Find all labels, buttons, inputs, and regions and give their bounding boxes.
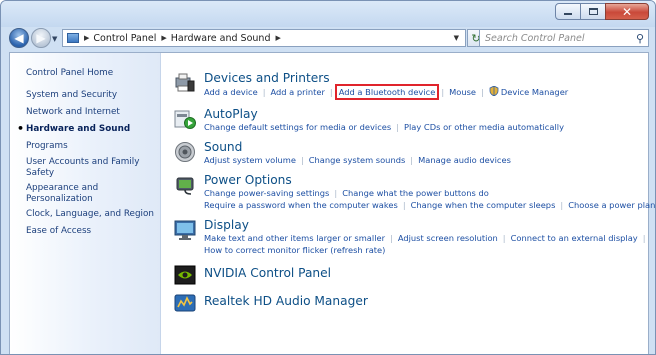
link-change-system-sounds[interactable]: Change system sounds [309, 155, 406, 165]
minimize-icon [564, 13, 572, 15]
link-device-manager[interactable]: Device Manager [501, 87, 568, 97]
back-button[interactable]: ◀ [9, 28, 29, 48]
sidebar-item-programs[interactable]: Programs [26, 141, 68, 152]
sidebar-item-ease-of-access[interactable]: Ease of Access [26, 226, 91, 237]
sidebar-item-hardware-and-sound[interactable]: • Hardware and Sound [17, 123, 131, 135]
category-title[interactable]: Devices and Printers [204, 71, 330, 85]
link-require-password-on-wake[interactable]: Require a password when the computer wak… [204, 200, 398, 210]
autoplay-icon [174, 110, 196, 129]
breadcrumb-control-panel[interactable]: Control Panel [93, 33, 156, 44]
sidebar-item-label: Hardware and Sound [26, 124, 131, 134]
link-add-a-bluetooth-device[interactable]: Add a Bluetooth device [334, 84, 440, 100]
devices-printers-icon [175, 73, 195, 92]
breadcrumb-hardware-and-sound[interactable]: Hardware and Sound [171, 33, 271, 44]
category-links: Make text and other items larger or smal… [204, 233, 646, 243]
link-adjust-screen-resolution[interactable]: Adjust screen resolution [398, 233, 498, 243]
recent-pages-button[interactable]: ▼ [52, 35, 57, 43]
control-panel-window: ✕ ◀ ▶ ▼ ▶ Control Panel ▶ Hardware and S… [0, 0, 656, 355]
category-title[interactable]: NVIDIA Control Panel [204, 266, 331, 280]
category-links: Add a device | Add a printer | Add a Bluetoo… [204, 84, 569, 100]
search-placeholder: Search Control Panel [485, 32, 585, 44]
content-area: Control Panel Home System and Security N… [9, 52, 655, 354]
current-item-bullet: • [17, 122, 25, 135]
category-title[interactable]: Realtek HD Audio Manager [204, 294, 368, 308]
category-links: Adjust system volume | Change system sound… [204, 155, 511, 165]
category-links: Require a password when the computer wak… [204, 200, 656, 210]
display-icon [174, 220, 196, 240]
breadcrumb-separator-icon[interactable]: ▶ [275, 34, 280, 42]
category-links: Change default settings for media or dev… [204, 122, 564, 132]
close-button[interactable]: ✕ [605, 3, 649, 20]
uac-shield-icon [489, 86, 499, 96]
link-change-default-media-settings[interactable]: Change default settings for media or dev… [204, 122, 391, 132]
link-add-a-printer[interactable]: Add a printer [270, 87, 324, 97]
navigation-bar: ◀ ▶ ▼ ▶ Control Panel ▶ Hardware and Sou… [1, 27, 655, 49]
forward-button[interactable]: ▶ [31, 28, 51, 48]
link-change-sleep-time[interactable]: Change when the computer sleeps [411, 200, 556, 210]
search-input[interactable]: Search Control Panel ⚲ [479, 29, 649, 47]
category-title[interactable]: Power Options [204, 173, 292, 187]
link-change-power-saving-settings[interactable]: Change power-saving settings [204, 188, 329, 198]
link-make-text-larger[interactable]: Make text and other items larger or smal… [204, 233, 385, 243]
category-links: How to correct monitor flicker (refresh … [204, 245, 385, 256]
category-title[interactable]: Sound [204, 140, 242, 154]
sidebar-item-network-and-internet[interactable]: Network and Internet [26, 107, 120, 118]
power-options-icon [176, 177, 194, 195]
sidebar-item-control-panel-home[interactable]: Control Panel Home [26, 68, 113, 79]
window-controls: ✕ [555, 3, 649, 20]
sidebar-item-clock-language-region[interactable]: Clock, Language, and Region [26, 209, 154, 220]
sidebar-item-appearance[interactable]: Appearance and Personalization [26, 183, 156, 205]
category-title[interactable]: Display [204, 218, 249, 232]
back-arrow-icon: ◀ [14, 31, 24, 45]
address-bar[interactable]: ▶ Control Panel ▶ Hardware and Sound ▶ ▼ [62, 29, 466, 47]
link-choose-power-plan[interactable]: Choose a power plan [568, 200, 655, 210]
control-panel-icon [67, 33, 79, 43]
sidebar-item-system-and-security[interactable]: System and Security [26, 90, 117, 101]
category-title[interactable]: AutoPlay [204, 107, 258, 121]
maximize-button[interactable] [580, 3, 606, 20]
breadcrumb-separator-icon[interactable]: ▶ [84, 34, 89, 42]
link-change-power-buttons[interactable]: Change what the power buttons do [342, 188, 489, 198]
sidebar: Control Panel Home System and Security N… [10, 53, 161, 354]
link-connect-external-display[interactable]: Connect to an external display [511, 233, 638, 243]
link-add-a-device[interactable]: Add a device [204, 87, 258, 97]
title-bar[interactable]: ✕ [1, 1, 655, 27]
address-dropdown-icon[interactable]: ▼ [454, 34, 459, 42]
link-mouse[interactable]: Mouse [449, 87, 476, 97]
sidebar-item-user-accounts[interactable]: User Accounts and Family Safety [26, 157, 156, 179]
realtek-audio-icon [174, 294, 196, 312]
speaker-icon [175, 142, 195, 162]
nvidia-icon [174, 265, 196, 285]
category-links: Change power-saving settings | Change what… [204, 188, 489, 198]
link-manage-audio-devices[interactable]: Manage audio devices [418, 155, 511, 165]
link-play-media-automatically[interactable]: Play CDs or other media automatically [404, 122, 564, 132]
forward-arrow-icon: ▶ [36, 31, 46, 45]
search-icon[interactable]: ⚲ [636, 32, 644, 45]
breadcrumb-separator-icon[interactable]: ▶ [161, 34, 166, 42]
link-correct-monitor-flicker[interactable]: How to correct monitor flicker (refresh … [204, 245, 385, 255]
maximize-icon [588, 8, 598, 15]
close-icon: ✕ [621, 4, 633, 19]
link-adjust-system-volume[interactable]: Adjust system volume [204, 155, 296, 165]
minimize-button[interactable] [555, 3, 581, 20]
